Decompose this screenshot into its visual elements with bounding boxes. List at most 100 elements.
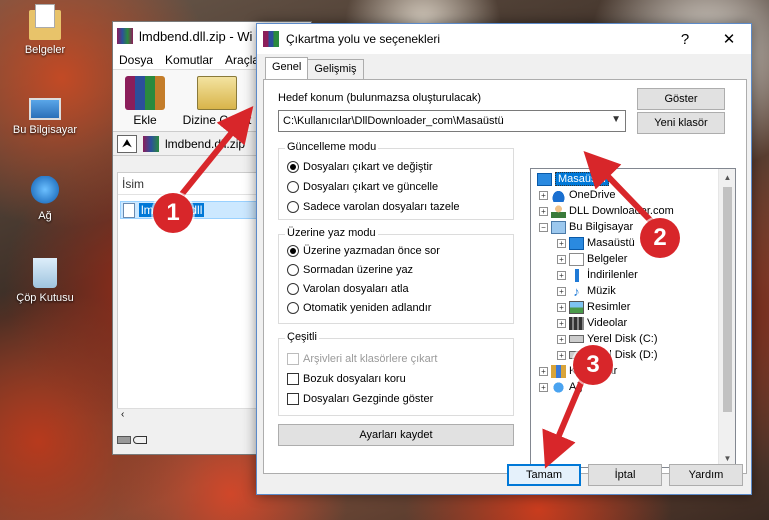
expand-icon[interactable]: + (539, 382, 548, 392)
expand-icon[interactable]: + (557, 318, 566, 328)
expand-icon[interactable]: + (539, 190, 548, 200)
misc-group: Çeşitli Arşivleri alt klasörlere çıkart … (278, 331, 514, 416)
cancel-button[interactable]: İptal (588, 464, 662, 486)
tab-advanced[interactable]: Gelişmiş (307, 59, 364, 79)
videos-icon (569, 316, 584, 330)
expand-icon[interactable]: + (557, 350, 566, 360)
tree-node[interactable]: − Bu Bilgisayar (539, 219, 633, 235)
radio-extract-replace[interactable]: Dosyaları çıkart ve değiştir (287, 161, 433, 173)
radio-button[interactable] (287, 181, 299, 193)
radio-freshen-existing[interactable]: Sadece varolan dosyaları tazele (287, 201, 460, 213)
desktop-icon-this-pc[interactable]: Bu Bilgisayar (5, 90, 85, 136)
tree-node[interactable]: Masaüstü (537, 171, 609, 187)
help-button[interactable]: Yardım (669, 464, 743, 486)
radio-extract-update[interactable]: Dosyaları çıkart ve güncelle (287, 181, 438, 193)
misc-title: Çeşitli (285, 331, 319, 343)
radio-overwrite-without-prompt[interactable]: Sormadan üzerine yaz (287, 264, 413, 276)
expand-icon[interactable]: + (539, 366, 548, 376)
checkbox-show-in-explorer[interactable]: Dosyaları Gezginde göster (287, 393, 433, 405)
option-label: Dosyaları Gezginde göster (303, 393, 434, 405)
tree-node[interactable]: + Belgeler (557, 251, 627, 267)
tree-node[interactable]: + Videolar (557, 315, 627, 331)
tree-node-label: Masaüstü (587, 237, 635, 249)
radio-button[interactable] (287, 283, 299, 295)
desktop-icon-network[interactable]: Ağ (5, 176, 85, 222)
ok-button[interactable]: Tamam (507, 464, 581, 486)
tree-node[interactable]: + Masaüstü (557, 235, 635, 251)
checkbox[interactable] (287, 373, 299, 385)
extract-button-label: Dizine Çıkart (182, 113, 252, 127)
scroll-up-icon[interactable]: ▲ (719, 169, 735, 186)
tree-node-label: DLL Downloader.com (569, 205, 674, 217)
add-button-label: Ekle (133, 113, 157, 127)
expand-icon[interactable]: + (557, 254, 566, 264)
radio-button[interactable] (287, 302, 299, 314)
documents-folder-icon (29, 4, 61, 40)
chevron-down-icon[interactable]: ▼ (611, 114, 621, 125)
overwrite-mode-group: Üzerine yaz modu Üzerine yazmadan önce s… (278, 227, 514, 324)
tree-node[interactable]: + OneDrive (539, 187, 615, 203)
winrar-app-icon (263, 31, 279, 47)
expand-icon[interactable]: + (557, 270, 566, 280)
menu-commands[interactable]: Komutlar (159, 53, 219, 67)
checkbox-keep-broken-files[interactable]: Bozuk dosyaları koru (287, 373, 406, 385)
tree-node[interactable]: + Ağ (539, 379, 582, 395)
key-icon (133, 436, 147, 444)
up-folder-button[interactable]: ⮝ (117, 134, 137, 153)
libraries-icon (551, 364, 566, 378)
tree-node[interactable]: + DLL Downloader.com (539, 203, 674, 219)
expand-icon[interactable]: + (539, 206, 548, 216)
expand-icon[interactable]: + (557, 238, 566, 248)
winrar-app-icon (117, 28, 133, 44)
expand-icon[interactable]: + (557, 302, 566, 312)
add-button[interactable]: Ekle (113, 76, 177, 127)
radio-button[interactable] (287, 264, 299, 276)
help-icon[interactable]: ? (663, 24, 707, 54)
expand-icon[interactable]: + (557, 334, 566, 344)
menu-file[interactable]: Dosya (113, 53, 159, 67)
radio-skip-existing[interactable]: Varolan dosyaları atla (287, 283, 409, 295)
checkbox-extract-to-subfolders: Arşivleri alt klasörlere çıkart (287, 353, 437, 365)
dialog-title: Çıkartma yolu ve seçenekleri (286, 32, 441, 46)
dialog-titlebar[interactable]: Çıkartma yolu ve seçenekleri ? ✕ (257, 24, 751, 54)
tree-node[interactable]: + ♪ Müzik (557, 283, 616, 299)
tree-node-label: Bu Bilgisayar (569, 221, 634, 233)
radio-button[interactable] (287, 201, 299, 213)
radio-ask-before-overwrite[interactable]: Üzerine yazmadan önce sor (287, 245, 440, 257)
network-icon (551, 380, 566, 394)
tree-node[interactable]: + Yerel Disk (C:) (557, 331, 658, 347)
close-icon[interactable]: ✕ (707, 24, 751, 54)
radio-button[interactable] (287, 245, 299, 257)
archive-path: lmdbend.dll.zip (165, 136, 246, 151)
option-label: Otomatik yeniden adlandır (303, 302, 432, 314)
tab-strip: Genel Gelişmiş (265, 57, 364, 79)
tree-node-label: Videolar (587, 317, 628, 329)
scrollbar-thumb[interactable] (723, 187, 732, 412)
extract-to-button[interactable]: Dizine Çıkart (177, 76, 257, 127)
tree-vertical-scrollbar[interactable]: ▲ ▼ (718, 169, 735, 467)
winrar-title: lmdbend.dll.zip - Wi (139, 28, 253, 44)
radio-button[interactable] (287, 161, 299, 173)
tree-node-label: Resimler (587, 301, 631, 313)
desktop-icon-recycle-bin[interactable]: Çöp Kutusu (5, 258, 85, 304)
recycle-bin-icon (33, 258, 57, 288)
desktop-icon-label: Ağ (38, 210, 52, 222)
network-icon (29, 176, 61, 206)
tab-general[interactable]: Genel (265, 57, 309, 79)
onedrive-icon (551, 188, 566, 202)
new-folder-button[interactable]: Yeni klasör (637, 112, 725, 134)
expand-icon[interactable]: + (557, 286, 566, 296)
desktop-icon (569, 236, 584, 250)
destination-path-combobox[interactable]: C:\Kullanıcılar\DllDownloader_com\Masaüs… (278, 110, 626, 132)
checkbox[interactable] (287, 393, 299, 405)
option-label: Dosyaları çıkart ve güncelle (303, 181, 439, 193)
desktop-icon-documents[interactable]: Belgeler (5, 4, 85, 56)
annotation-step-2: 2 (640, 218, 680, 258)
collapse-icon[interactable]: − (539, 222, 548, 232)
radio-rename-automatically[interactable]: Otomatik yeniden adlandır (287, 302, 431, 314)
tree-node[interactable]: + Resimler (557, 299, 630, 315)
desktop-icon-label: Belgeler (24, 44, 66, 56)
show-button[interactable]: Göster (637, 88, 725, 110)
tree-node[interactable]: + İndirilenler (557, 267, 638, 283)
save-settings-button[interactable]: Ayarları kaydet (278, 424, 514, 446)
